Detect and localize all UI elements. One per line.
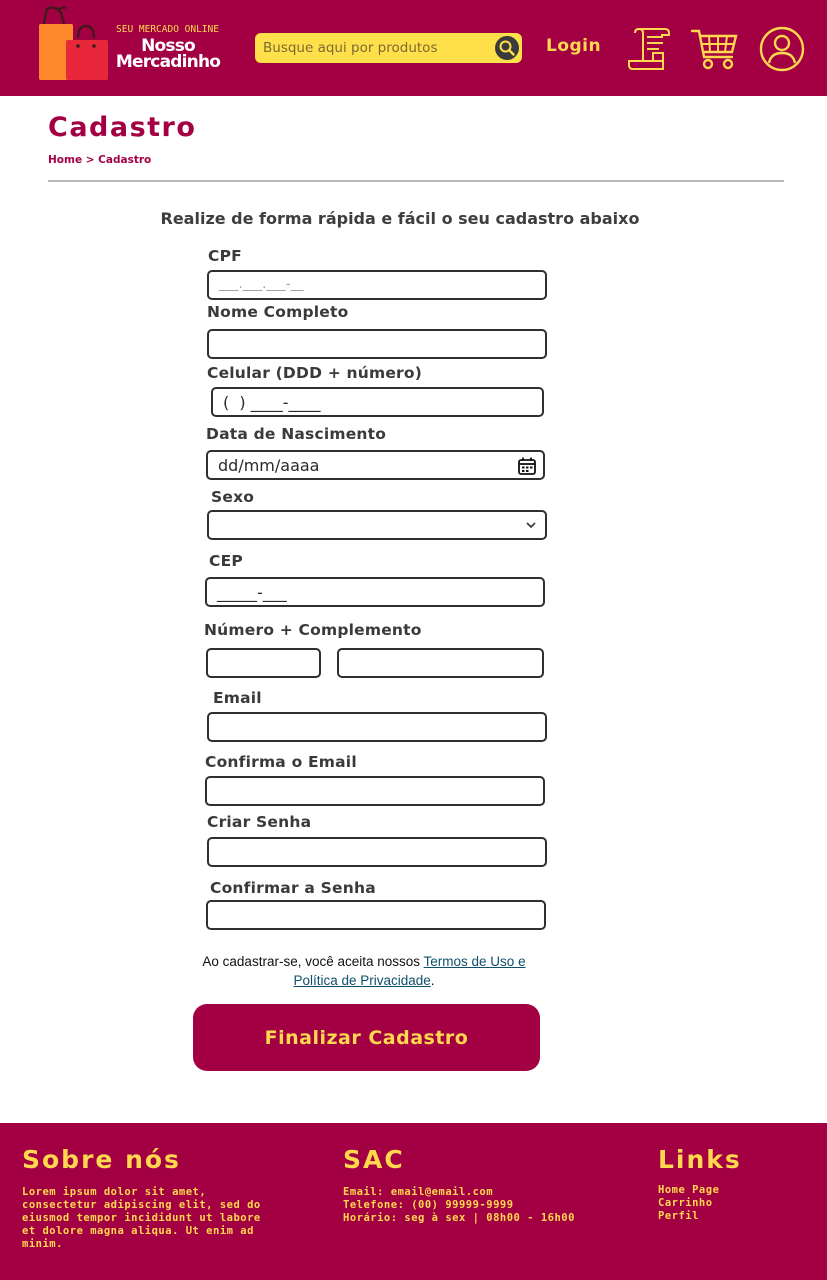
footer-sac-info: Email: email@email.com Telefone: (00) 99… (343, 1186, 603, 1225)
cpf-field[interactable]: ___.___.___-__ (207, 270, 547, 300)
site-footer: Sobre nós Lorem ipsum dolor sit amet, co… (0, 1123, 827, 1280)
form-intro: Realize de forma rápida e fácil o seu ca… (160, 209, 640, 228)
calendar-icon[interactable] (517, 456, 537, 476)
nascimento-field[interactable]: dd/mm/aaaa (206, 450, 545, 480)
divider (48, 180, 784, 182)
nascimento-value: dd/mm/aaaa (218, 456, 320, 475)
logo[interactable]: SEU MERCADO ONLINE Nosso Mercadinho (36, 6, 226, 84)
sac-email: Email: email@email.com (343, 1186, 494, 1198)
submit-button[interactable]: Finalizar Cadastro (193, 1004, 540, 1071)
nascimento-label: Data de Nascimento (206, 425, 387, 443)
cep-label: CEP (209, 552, 243, 570)
sexo-label: Sexo (211, 488, 255, 506)
celular-label: Celular (DDD + número) (207, 364, 423, 382)
footer-link-perfil[interactable]: Perfil (658, 1210, 808, 1223)
site-header: SEU MERCADO ONLINE Nosso Mercadinho Logi… (0, 0, 827, 96)
search-bar (255, 33, 522, 63)
senha-label: Criar Senha (207, 813, 312, 831)
cep-field[interactable]: _____-___ (205, 577, 545, 607)
confirma-email-label: Confirma o Email (205, 753, 357, 771)
senha-input[interactable] (209, 839, 545, 865)
confirma-senha-input[interactable] (208, 902, 544, 928)
login-link[interactable]: Login (546, 36, 601, 56)
celular-mask: ( ) ____-____ (223, 393, 321, 412)
user-icon[interactable] (759, 26, 805, 72)
shopping-bags-icon (39, 6, 108, 80)
chevron-down-icon (526, 522, 536, 529)
confirma-email-input[interactable] (207, 778, 543, 804)
footer-links: Home Page Carrinho Perfil (658, 1184, 808, 1223)
nome-label: Nome Completo (207, 303, 349, 321)
logo-name: Nosso Mercadinho (115, 36, 221, 72)
receipt-icon[interactable] (627, 27, 671, 71)
cep-mask: _____-___ (217, 583, 287, 602)
sac-hours: Horário: seg à sex | 08h00 - 16h00 (343, 1212, 575, 1224)
cart-icon[interactable] (690, 27, 738, 71)
confirma-senha-field[interactable] (206, 900, 546, 930)
footer-link-carrinho[interactable]: Carrinho (658, 1197, 808, 1210)
footer-sac-title: SAC (343, 1145, 405, 1174)
nome-input[interactable] (209, 331, 545, 357)
footer-about-text: Lorem ipsum dolor sit amet, consectetur … (22, 1186, 261, 1250)
numero-input[interactable] (208, 650, 319, 676)
numero-label: Número + Complemento (204, 621, 422, 639)
search-button[interactable] (495, 36, 519, 60)
footer-link-home[interactable]: Home Page (658, 1184, 808, 1197)
footer-about-title: Sobre nós (22, 1145, 181, 1174)
complemento-input[interactable] (339, 650, 542, 676)
logo-tagline: SEU MERCADO ONLINE (116, 24, 219, 35)
terms-text: Ao cadastrar-se, você aceita nossos Term… (202, 954, 526, 988)
email-input[interactable] (209, 714, 545, 740)
search-input[interactable] (255, 33, 485, 63)
sexo-select[interactable] (207, 510, 547, 540)
celular-field[interactable]: ( ) ____-____ (211, 387, 544, 417)
email-field[interactable] (207, 712, 547, 742)
nome-field[interactable] (207, 329, 547, 359)
confirma-email-field[interactable] (205, 776, 545, 806)
page-title: Cadastro (48, 112, 197, 143)
cpf-mask: ___.___.___-__ (219, 277, 304, 292)
footer-links-title: Links (658, 1145, 742, 1174)
search-icon (499, 40, 515, 56)
complemento-field[interactable] (337, 648, 544, 678)
breadcrumb[interactable]: Home > Cadastro (48, 154, 151, 166)
numero-field[interactable] (206, 648, 321, 678)
cpf-label: CPF (208, 247, 242, 265)
sac-phone: Telefone: (00) 99999-9999 (343, 1199, 514, 1211)
senha-field[interactable] (207, 837, 547, 867)
confirma-senha-label: Confirmar a Senha (210, 879, 376, 897)
email-label: Email (213, 689, 262, 707)
